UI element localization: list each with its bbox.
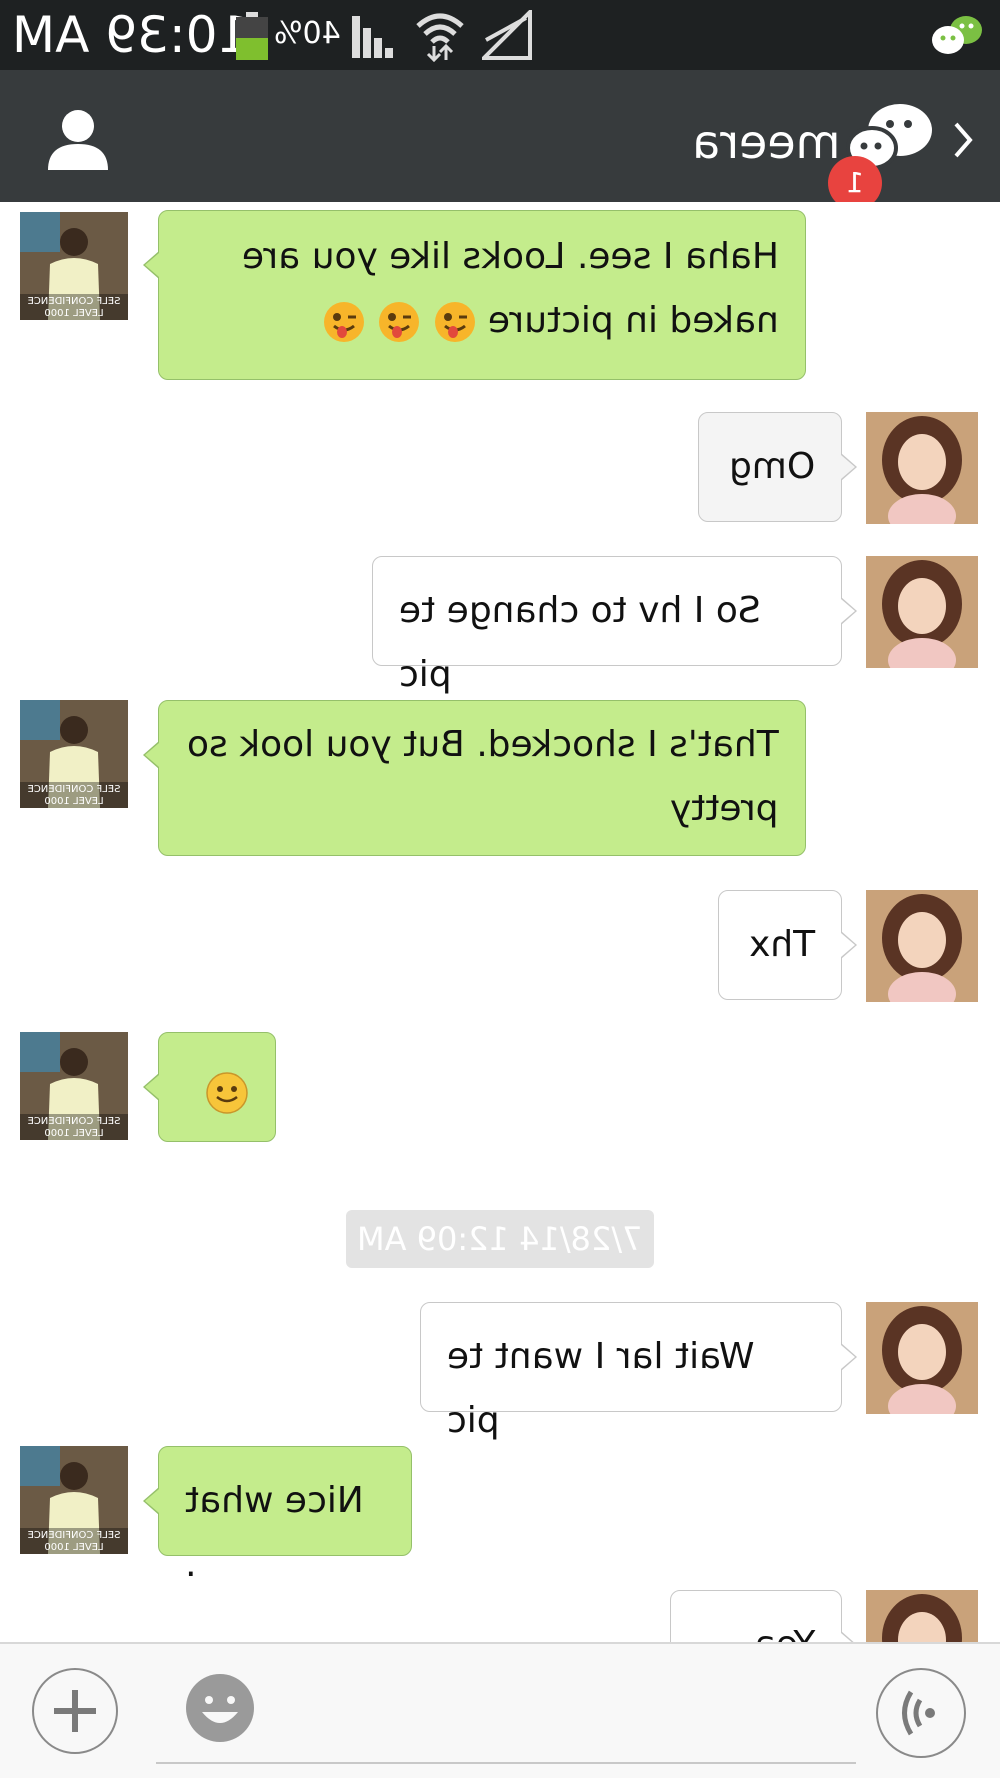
avatar-caption-line1: SELF CONFIDENCE	[27, 296, 120, 307]
avatar-contact[interactable]: SELF CONFIDENCE LEVEL 1000	[20, 1446, 128, 1554]
signal-icon	[352, 16, 393, 58]
message-text: Haha I see. Looks like you are	[242, 236, 779, 277]
message-bubble-me[interactable]: Wait lar I want te pic	[420, 1302, 857, 1441]
avatar-me[interactable]	[866, 412, 978, 524]
timestamp-divider: 7/28/14 12:09 AM	[346, 1210, 654, 1268]
avatar-caption-line1: SELF CONFIDENCE	[27, 1116, 120, 1127]
message-bubble-contact[interactable]: Nice what .	[143, 1446, 412, 1585]
avatar-me[interactable]	[866, 1590, 978, 1642]
avatar-caption-line2: LEVEL 1000	[44, 308, 103, 319]
input-bar	[0, 1642, 1000, 1778]
title-bar: meera 1	[0, 70, 1000, 210]
status-bar: 10:39 AM 40%	[0, 0, 1000, 70]
message-bubble-me[interactable]: So I hv to change te pic	[372, 556, 857, 695]
status-time: 10:39 AM	[12, 6, 250, 64]
message-bubble-me[interactable]: Yea	[670, 1590, 857, 1642]
plus-button[interactable]	[32, 1668, 118, 1754]
message-bubble-me[interactable]: Omg	[698, 412, 857, 522]
avatar-me[interactable]	[866, 556, 978, 668]
message-text: naked in picture	[488, 300, 779, 341]
message-text: Nice what .	[185, 1480, 364, 1585]
avatar-caption-line2: LEVEL 1000	[44, 796, 103, 807]
message-bubble-contact[interactable]: Haha I see. Looks like you are naked in …	[143, 210, 806, 380]
avatar-contact[interactable]: SELF CONFIDENCE LEVEL 1000	[20, 212, 128, 320]
emoji-icon[interactable]	[184, 1672, 256, 1744]
message-bubble-contact[interactable]	[143, 1032, 276, 1142]
message-text: Yea	[754, 1613, 815, 1642]
wechat-notification-icon	[932, 16, 982, 54]
message-text: So I hv to change te pic	[399, 590, 761, 695]
avatar-caption-line1: SELF CONFIDENCE	[27, 1530, 120, 1541]
plus-icon	[54, 1690, 96, 1732]
message-text: That's I shocked. But you look so	[187, 724, 779, 765]
voice-icon	[902, 1690, 935, 1736]
winking-tongue-emoji	[434, 302, 475, 342]
message-list[interactable]: SELF CONFIDENCE LEVEL 1000 Haha I see. L…	[0, 202, 1000, 1642]
winking-tongue-emoji	[323, 302, 364, 342]
avatar-contact[interactable]: SELF CONFIDENCE LEVEL 1000	[20, 1032, 128, 1140]
back-chevron-icon[interactable]	[952, 120, 976, 160]
message-text: pretty	[670, 788, 779, 829]
smiley-emoji	[206, 1072, 248, 1114]
message-text: Thx	[748, 924, 815, 965]
chat-title: meera	[692, 115, 841, 169]
avatar-caption-line2: LEVEL 1000	[44, 1128, 103, 1139]
battery-icon	[236, 12, 268, 60]
voice-button[interactable]	[876, 1668, 966, 1758]
message-input[interactable]	[156, 1762, 856, 1764]
mobile-data-off-icon	[482, 10, 532, 60]
wifi-icon	[416, 13, 464, 62]
message-text: Omg	[728, 446, 815, 487]
message-bubble-contact[interactable]: That's I shocked. But you look so pretty	[143, 700, 806, 856]
avatar-me[interactable]	[866, 890, 978, 1002]
winking-tongue-emoji	[379, 302, 420, 342]
avatar-me[interactable]	[866, 1302, 978, 1414]
message-bubble-me[interactable]: Thx	[718, 890, 857, 1000]
avatar-contact[interactable]: SELF CONFIDENCE LEVEL 1000	[20, 700, 128, 808]
person-icon[interactable]	[44, 104, 112, 172]
battery-percent: 40%	[274, 16, 341, 51]
message-text: Wait lar I want te pic	[447, 1336, 755, 1441]
avatar-caption-line2: LEVEL 1000	[44, 1542, 103, 1553]
avatar-caption-line1: SELF CONFIDENCE	[27, 784, 120, 795]
chat-screen: 10:39 AM 40% meera 1 SELF CONFIDENCE LEV…	[0, 0, 1000, 1778]
